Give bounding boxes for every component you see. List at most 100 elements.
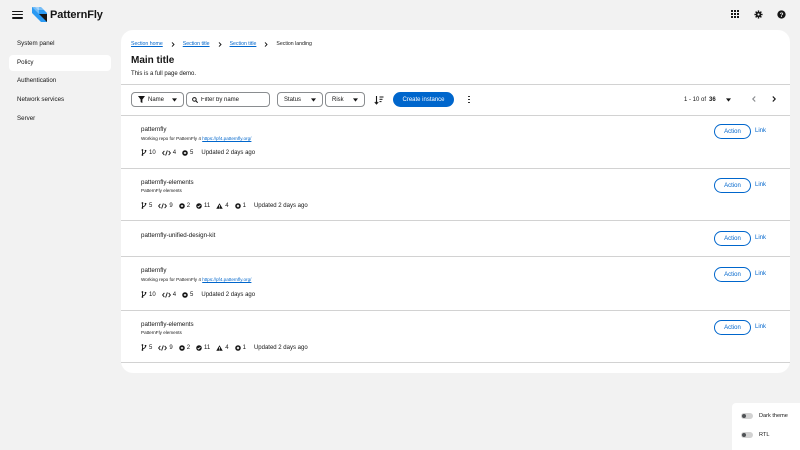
brand-name: PatternFly bbox=[50, 8, 103, 21]
divider bbox=[121, 84, 790, 85]
status-label: Status bbox=[284, 96, 302, 103]
caret-down-icon bbox=[725, 97, 731, 102]
layers-count: 5 bbox=[182, 150, 193, 156]
link-button[interactable]: Link bbox=[755, 128, 766, 134]
name-filter-select[interactable]: Name bbox=[131, 92, 184, 107]
action-button[interactable]: Action bbox=[714, 124, 751, 139]
help-icon[interactable]: ? bbox=[776, 9, 786, 19]
brand-logo[interactable]: PatternFly bbox=[31, 6, 103, 23]
pagination-range: 1 - 10 of 36 bbox=[684, 96, 716, 103]
list-item: patternfly Working repo for PatternFly 4… bbox=[121, 258, 790, 311]
repo-title: patternfly bbox=[141, 126, 167, 133]
pagination-toggle[interactable]: 1 - 10 of 36 bbox=[684, 92, 731, 107]
repo-description: PatternFly elements bbox=[141, 188, 182, 193]
sidebar-item-server[interactable]: Server bbox=[9, 111, 111, 127]
code-count: 9 bbox=[158, 344, 173, 351]
caret-down-icon bbox=[353, 98, 358, 102]
code-icon bbox=[161, 291, 171, 298]
warning-triangle-icon bbox=[216, 202, 223, 209]
chevron-right-icon bbox=[264, 41, 269, 47]
repo-title: patternfly bbox=[141, 267, 167, 274]
repo-stats: 10 4 5 Updated 2 days ago bbox=[141, 149, 255, 156]
list-item: patternfly-elements PatternFly elements … bbox=[121, 170, 790, 221]
rtl-label: RTL bbox=[759, 432, 770, 438]
breadcrumb-link[interactable]: Section title bbox=[230, 41, 257, 47]
filter-search-field[interactable] bbox=[186, 92, 270, 107]
repo-stats: 10 4 5 Updated 2 days ago bbox=[141, 291, 255, 298]
link-button[interactable]: Link bbox=[755, 182, 766, 188]
dark-theme-toggle[interactable]: Dark theme bbox=[741, 413, 788, 419]
chevron-right-icon[interactable] bbox=[772, 96, 776, 102]
link-button[interactable]: Link bbox=[755, 271, 766, 277]
main-content: Section home Section title Section title… bbox=[121, 30, 790, 373]
sort-icon[interactable] bbox=[374, 95, 384, 105]
repo-link[interactable]: https://pf4.patternfly.org/ bbox=[202, 277, 251, 282]
dark-theme-label: Dark theme bbox=[759, 413, 788, 419]
search-icon bbox=[192, 96, 198, 103]
branch-count: 10 bbox=[141, 291, 156, 298]
error-circle-icon bbox=[234, 202, 241, 209]
hamburger-icon[interactable] bbox=[12, 9, 23, 20]
layers-count: 5 bbox=[182, 292, 193, 298]
check-circle-icon bbox=[196, 202, 202, 209]
cube-icon bbox=[182, 149, 188, 156]
rtl-switch[interactable] bbox=[741, 432, 753, 438]
code-branch-icon bbox=[141, 202, 147, 209]
action-button[interactable]: Action bbox=[714, 178, 751, 193]
sidebar-item-system-panel[interactable]: System panel bbox=[9, 36, 111, 52]
filter-icon bbox=[138, 96, 145, 103]
risk-label: Risk bbox=[332, 96, 344, 103]
rtl-toggle[interactable]: RTL bbox=[741, 432, 769, 438]
error-count: 1 bbox=[234, 345, 246, 351]
action-button[interactable]: Action bbox=[714, 231, 751, 246]
patternfly-logo-icon bbox=[32, 7, 47, 22]
gear-icon[interactable] bbox=[753, 9, 763, 19]
caret-down-icon bbox=[172, 98, 177, 102]
sidebar-nav: System panel Policy Authentication Netwo… bbox=[9, 36, 111, 129]
code-icon bbox=[161, 149, 171, 156]
cube-icon bbox=[182, 291, 188, 298]
repo-stats: 5 9 2 11 4 1 Updated 2 days ago bbox=[141, 202, 308, 209]
breadcrumb-current: Section landing bbox=[276, 41, 312, 47]
list-item: patternfly-unified-design-kit Action Lin… bbox=[121, 222, 790, 257]
sidebar-item-authentication[interactable]: Authentication bbox=[9, 73, 111, 89]
filter-search-input[interactable] bbox=[201, 96, 265, 103]
code-icon bbox=[158, 202, 168, 209]
code-branch-icon bbox=[141, 149, 147, 156]
create-instance-button[interactable]: Create instance bbox=[393, 92, 454, 107]
sidebar-item-network-services[interactable]: Network services bbox=[9, 92, 111, 108]
code-icon bbox=[158, 344, 168, 351]
link-button[interactable]: Link bbox=[755, 324, 766, 330]
kebab-menu-icon[interactable] bbox=[466, 94, 472, 105]
updated-time: Updated 2 days ago bbox=[253, 344, 308, 351]
breadcrumb-link[interactable]: Section home bbox=[131, 41, 163, 47]
list-item: patternfly-elements PatternFly elements … bbox=[121, 312, 790, 363]
updated-time: Updated 2 days ago bbox=[201, 149, 256, 156]
repo-description: PatternFly elements bbox=[141, 330, 182, 335]
dark-theme-switch[interactable] bbox=[741, 413, 753, 419]
svg-text:?: ? bbox=[779, 11, 783, 18]
action-button[interactable]: Action bbox=[714, 267, 751, 282]
code-count: 4 bbox=[161, 291, 176, 298]
check-count: 11 bbox=[196, 345, 210, 351]
masthead: PatternFly ? bbox=[0, 0, 800, 30]
code-branch-icon bbox=[141, 344, 147, 351]
repo-title: patternfly-elements bbox=[141, 321, 194, 328]
breadcrumb-link[interactable]: Section title bbox=[183, 41, 210, 47]
link-button[interactable]: Link bbox=[755, 235, 766, 241]
caret-down-icon bbox=[311, 98, 316, 102]
repo-stats: 5 9 2 11 4 1 Updated 2 days ago bbox=[141, 344, 308, 351]
check-count: 11 bbox=[196, 203, 210, 209]
repo-description: Working repo for PatternFly 4 https://pf… bbox=[141, 136, 252, 141]
status-select[interactable]: Status bbox=[277, 92, 323, 107]
action-button[interactable]: Action bbox=[714, 320, 751, 335]
grid-icon[interactable] bbox=[730, 9, 740, 19]
chevron-left-icon[interactable] bbox=[752, 96, 756, 102]
repo-link[interactable]: https://pf4.patternfly.org/ bbox=[202, 136, 251, 141]
list-item: patternfly Working repo for PatternFly 4… bbox=[121, 116, 790, 169]
sidebar-item-policy[interactable]: Policy bbox=[9, 54, 111, 71]
page-title: Main title bbox=[131, 55, 175, 66]
warning-triangle-icon bbox=[216, 344, 223, 351]
risk-select[interactable]: Risk bbox=[325, 92, 365, 107]
warning-count: 4 bbox=[216, 202, 229, 209]
